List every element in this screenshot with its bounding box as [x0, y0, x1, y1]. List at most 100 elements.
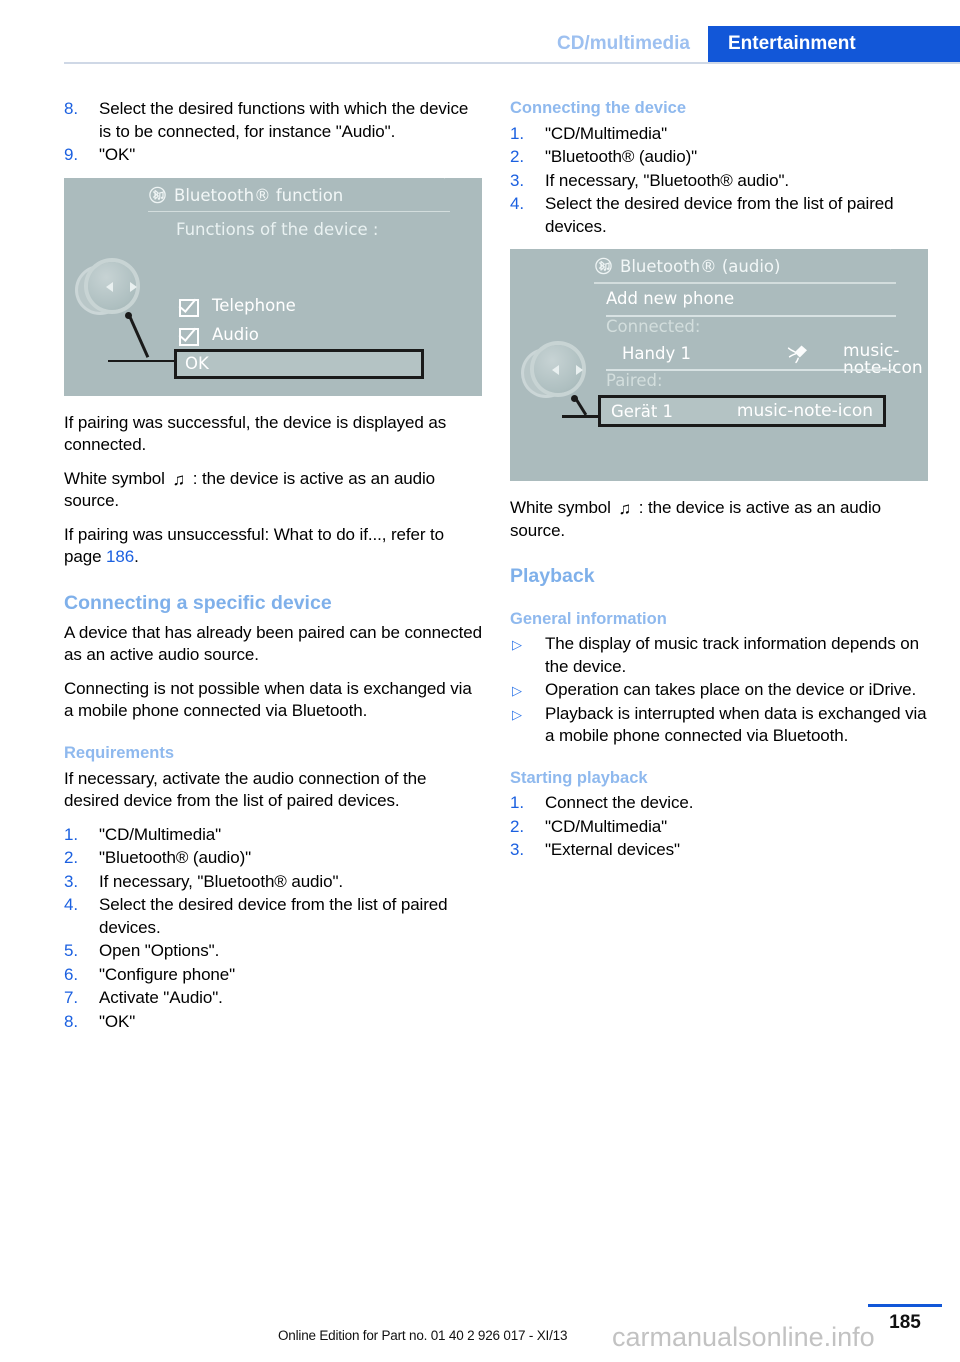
list-marker: 8. — [64, 99, 78, 118]
steps-list-requirements: 1. "CD/Multimedia" 2. "Bluetooth® (audio)"… — [64, 824, 482, 1034]
callout-segment — [562, 415, 600, 418]
heading-general-information: General information — [510, 609, 667, 628]
arrow-left-icon — [106, 281, 113, 292]
list-item: 4. Select the desired device from the lis… — [510, 193, 928, 238]
list-text: "OK" — [99, 145, 136, 164]
idrive-row-ok-highlighted[interactable]: OK — [174, 348, 424, 379]
paragraph-white-symbol: White symbol ♫ : the device is active as… — [64, 468, 482, 513]
list-text: Connect the device. — [545, 793, 694, 813]
list-text: Select the desired functions with which … — [99, 99, 469, 141]
heading-connecting-the-device: Connecting the device — [510, 99, 687, 117]
idrive-subtitle: Functions of the device : — [176, 219, 379, 239]
knob-core — [88, 261, 137, 310]
list-item: 3. If necessary, "Bluetooth® audio". — [64, 871, 482, 894]
list-item: 5. Open "Options". — [64, 940, 482, 963]
idrive-row-geraet-1-highlighted[interactable]: Gerät 1 music-note-icon — [598, 395, 886, 428]
page-number: 185 — [889, 1312, 921, 1333]
bullet-list-general-information: ▷ The display of music track information … — [510, 633, 928, 748]
checkbox-telephone[interactable] — [179, 298, 199, 317]
list-marker: 1. — [510, 123, 524, 143]
list-item: 1. Connect the device. — [510, 792, 928, 815]
list-item: 2. "CD/Multimedia" — [510, 816, 928, 839]
list-marker: 4. — [510, 194, 524, 214]
list-marker: 5. — [64, 941, 78, 960]
bluetooth-audio-icon — [594, 257, 613, 276]
list-item: 3. If necessary, "Bluetooth® audio". — [510, 170, 928, 193]
heading-connecting-specific-device: Connecting a specific device — [64, 591, 332, 614]
list-item: 1. "CD/Multimedia" — [510, 123, 928, 146]
watermark: carmanualsonline.info — [612, 1322, 875, 1352]
page-reference-link[interactable]: 186 — [106, 547, 134, 566]
list-item: ▷ Operation can takes place on the device… — [510, 679, 928, 702]
idrive-row-handy-1[interactable]: Handy 1 — [622, 344, 691, 363]
music-note-icon: ♫ — [618, 499, 632, 519]
list-item: 4. Select the desired device from the lis… — [64, 894, 482, 939]
idrive-title-bar: Bluetooth® function — [148, 186, 462, 205]
idrive-title-divider — [148, 210, 450, 212]
heading-starting-playback: Starting playback — [510, 768, 648, 787]
left-column: 8. Select the desired functions with whi… — [64, 98, 482, 1044]
page-number-rule — [868, 1304, 942, 1307]
idrive-screenshot-bluetooth-function: Bluetooth® function Functions of the dev… — [64, 177, 482, 396]
steps-list-top: 8. Select the desired functions with whi… — [64, 98, 482, 167]
list-marker: 9. — [64, 145, 78, 164]
paragraph-already-paired: A device that has already been paired ca… — [64, 622, 483, 665]
list-item: 1. "CD/Multimedia" — [64, 824, 482, 847]
breadcrumb-section[interactable]: CD/multimedia — [538, 26, 708, 62]
music-note-icon: music-note-icon — [843, 341, 923, 379]
idrive-screenshot-bluetooth-audio: Bluetooth® (audio) Add new phone Connect… — [510, 249, 928, 482]
idrive-title-bar: Bluetooth® (audio) — [594, 257, 908, 276]
paragraph-failure-period: . — [134, 547, 139, 566]
paragraph-white-symbol-before: White symbol — [510, 498, 611, 518]
list-item: 9. "OK" — [64, 144, 482, 167]
idrive-row-add-new-phone[interactable]: Add new phone — [606, 289, 734, 308]
list-text: "Configure phone" — [99, 964, 236, 984]
list-item: 8. Select the desired functions with whi… — [64, 98, 482, 143]
list-marker: 4. — [64, 895, 78, 914]
idrive-controller-knob — [522, 341, 586, 405]
idrive-title-text: Bluetooth® (audio) — [620, 257, 781, 277]
page-header: CD/multimedia Entertainment — [0, 0, 960, 62]
steps-list-starting-playback: 1. Connect the device. 2. "CD/Multimedia" … — [510, 792, 928, 862]
paragraph-requirements: If necessary, activate the audio connect… — [64, 768, 427, 811]
breadcrumb-chapter[interactable]: Entertainment — [708, 26, 960, 62]
paragraph-pairing-success: If pairing was successful, the device is… — [64, 412, 447, 455]
arrow-right-icon — [576, 365, 583, 376]
idrive-row-telephone[interactable]: Telephone — [212, 296, 296, 315]
phone-icon — [787, 342, 809, 364]
list-item: 2. "Bluetooth® (audio)" — [510, 146, 928, 169]
list-marker: 3. — [510, 170, 524, 190]
bullet-triangle-icon: ▷ — [512, 706, 522, 722]
idrive-title-text: Bluetooth® function — [174, 185, 344, 205]
list-marker: 3. — [510, 840, 524, 860]
bullet-triangle-icon: ▷ — [512, 637, 522, 653]
list-item: 6. "Configure phone" — [64, 964, 482, 987]
music-note-icon: music-note-icon — [736, 400, 873, 421]
idrive-controller-knob — [76, 258, 140, 322]
list-marker: 1. — [64, 824, 78, 844]
list-item: 3. "External devices" — [510, 839, 928, 862]
paragraph-not-possible: Connecting is not possible when data is … — [64, 678, 472, 721]
list-marker: 2. — [510, 147, 524, 167]
arrow-left-icon — [552, 365, 559, 376]
idrive-row-ok-label: OK — [185, 354, 209, 373]
list-text: Activate "Audio". — [99, 988, 223, 1007]
header-divider — [64, 62, 960, 64]
idrive-row-audio[interactable]: Audio — [212, 325, 259, 344]
idrive-title-divider — [594, 282, 896, 284]
checkbox-audio[interactable] — [179, 327, 199, 346]
list-item: ▷ The display of music track information … — [510, 633, 928, 678]
steps-list-connecting: 1. "CD/Multimedia" 2. "Bluetooth® (audio)"… — [510, 123, 928, 239]
paragraph-pairing-failure: If pairing was unsuccessful: What to do … — [64, 524, 482, 569]
list-item: 8. "OK" — [64, 1011, 482, 1034]
footer-edition-text: Online Edition for Part no. 01 40 2 926 … — [278, 1328, 568, 1343]
paragraph-white-symbol-before: White symbol — [64, 468, 165, 488]
bluetooth-audio-icon — [148, 186, 167, 205]
list-text: "Bluetooth® (audio)" — [545, 147, 698, 167]
callout-segment — [108, 359, 176, 362]
right-column: Connecting the device 1. "CD/Multimedia" … — [510, 98, 928, 873]
heading-requirements: Requirements — [64, 743, 175, 762]
list-text: "CD/Multimedia" — [99, 824, 222, 844]
list-text: Operation can takes place on the device … — [545, 680, 917, 700]
list-item: ▷ Playback is interrupted when data is ex… — [510, 703, 928, 748]
